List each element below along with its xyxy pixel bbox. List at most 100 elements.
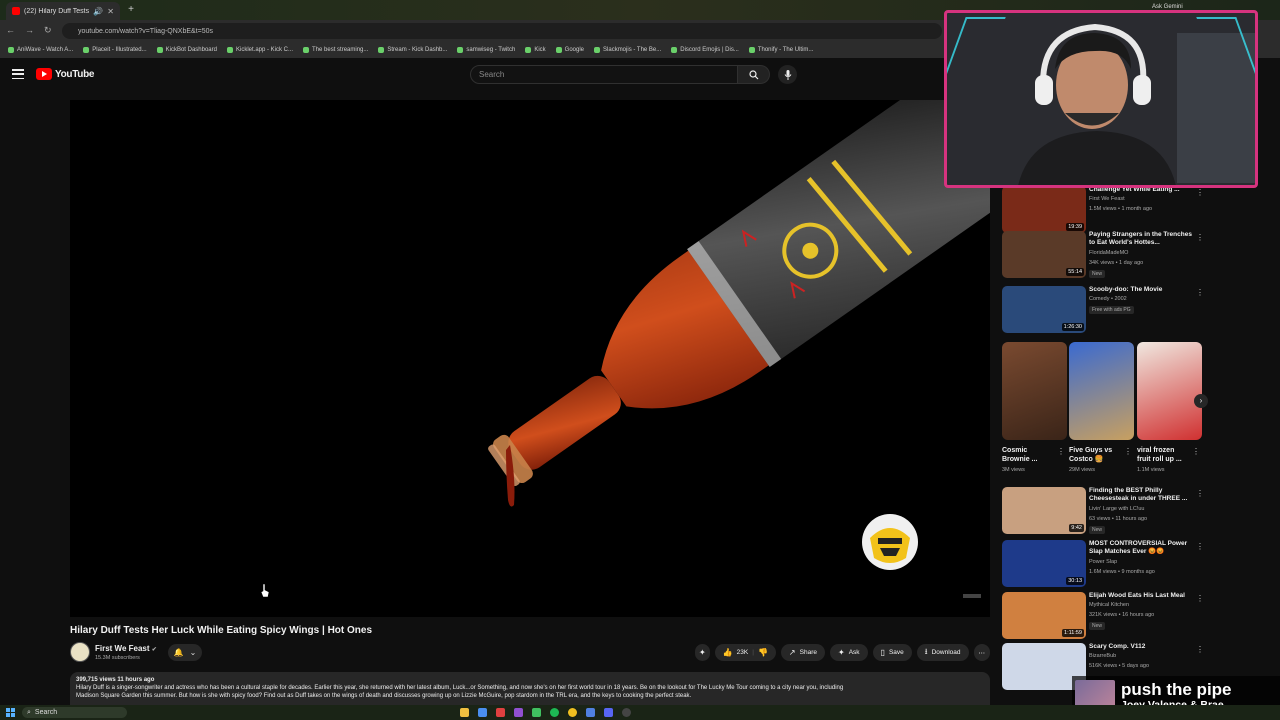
recommendation-thumbnail[interactable]: 9:42 — [1002, 487, 1086, 534]
bookmark-item[interactable]: samwiseg - Twitch — [457, 47, 515, 53]
video-player[interactable] — [70, 100, 990, 617]
bookmark-item[interactable]: Discord Emojis | Dis... — [671, 47, 739, 53]
bookmark-item[interactable]: Google — [555, 47, 584, 53]
recommendation-title[interactable]: MOST CONTROVERSIAL Power Slap Matches Ev… — [1089, 540, 1193, 557]
more-vert-icon[interactable]: ⋮ — [1196, 288, 1204, 297]
recommendation-item[interactable]: 1:11:59 Elijah Wood Eats His Last Meal Myt… — [1000, 592, 1210, 642]
windows-start-icon[interactable] — [6, 708, 15, 717]
bookmark-item[interactable]: Kicklet.app - Kick C... — [226, 47, 293, 53]
recommendation-thumbnail[interactable]: 30:13 — [1002, 540, 1086, 587]
bookmark-item[interactable]: Slackmojis - The Be... — [594, 47, 661, 53]
app-icon-blue[interactable] — [586, 708, 595, 717]
app-icon-purple[interactable] — [514, 708, 523, 717]
recommendation-channel[interactable]: Mythical Kitchen — [1089, 602, 1129, 608]
streamer-webcam — [944, 10, 1258, 188]
song-title: push the pipe — [1121, 680, 1232, 699]
recommendation-thumbnail[interactable]: 1:26:30 — [1002, 286, 1086, 333]
short-thumbnail[interactable] — [1002, 342, 1067, 440]
view-stats: 399,715 views 11 hours ago — [76, 677, 155, 683]
shorts-shelf: › Cosmic Brownie ... 3M views ⋮ Five Guys v… — [1002, 342, 1208, 482]
more-vert-icon[interactable]: ⋮ — [1192, 447, 1200, 456]
discord-icon[interactable] — [604, 708, 613, 717]
recommendation-meta: 321K views • 16 hours ago — [1089, 612, 1155, 618]
search-button[interactable] — [738, 65, 770, 84]
obs-icon[interactable] — [622, 708, 631, 717]
recommendation-item[interactable]: 1:26:30 Scooby-doo: The Movie Comedy • 200… — [1000, 286, 1210, 336]
bookmark-label: The best streaming... — [312, 47, 369, 53]
bookmark-item[interactable]: Kick — [525, 47, 546, 53]
browser-tab[interactable]: (22) Hilary Duff Tests Her L... 🔊 ✕ — [6, 2, 120, 20]
more-vert-icon[interactable]: ⋮ — [1196, 645, 1204, 654]
short-title[interactable]: Cosmic Brownie ... — [1002, 446, 1052, 464]
short-views: 3M views — [1002, 467, 1025, 473]
bookmark-item[interactable]: Thonify - The Ultim... — [748, 47, 813, 53]
browser-icon[interactable] — [478, 708, 487, 717]
reload-icon[interactable]: ↻ — [44, 25, 52, 36]
short-thumbnail[interactable] — [1137, 342, 1202, 440]
file-explorer-icon[interactable] — [460, 708, 469, 717]
recommendation-item[interactable]: 9:42 Finding the BEST Philly Cheesesteak … — [1000, 487, 1210, 537]
recommendation-channel[interactable]: BizarreBub — [1089, 653, 1116, 659]
recommendation-title[interactable]: Paying Strangers in the Trenches to Eat … — [1089, 231, 1193, 248]
recommendation-item[interactable]: 19:39 Challenge Yet While Eating ... First… — [1000, 186, 1210, 236]
bookmark-item[interactable]: The best streaming... — [303, 47, 368, 53]
channel-avatar[interactable] — [70, 642, 90, 662]
more-vert-icon[interactable]: ⋮ — [1057, 447, 1065, 456]
recommendation-title[interactable]: Scooby-doo: The Movie — [1089, 286, 1193, 294]
recommendation-item[interactable]: 30:13 MOST CONTROVERSIAL Power Slap Match… — [1000, 540, 1210, 590]
more-vert-icon[interactable]: ⋮ — [1196, 542, 1204, 551]
bookmark-item[interactable]: Stream - Kick Dashb... — [378, 47, 447, 53]
search-input[interactable]: Search — [470, 65, 738, 84]
app-icon-green[interactable] — [532, 708, 541, 717]
more-vert-icon[interactable]: ⋮ — [1196, 489, 1204, 498]
chrome-icon[interactable] — [568, 708, 577, 717]
app-icon-red[interactable] — [496, 708, 505, 717]
taskbar-search[interactable]: ⌕ Search — [22, 707, 127, 718]
short-thumbnail[interactable] — [1069, 342, 1134, 440]
menu-icon[interactable] — [12, 69, 24, 79]
recommendation-channel[interactable]: FloridaMadeMO — [1089, 250, 1128, 256]
like-button[interactable]: 👍 23K | 👎 — [714, 644, 776, 661]
new-tab-button[interactable]: + — [125, 4, 137, 16]
bookmark-item[interactable]: KickBot Dashboard — [156, 47, 217, 53]
recommendation-thumbnail[interactable]: 19:39 — [1002, 186, 1086, 233]
short-title[interactable]: Five Guys vs Costco 🍔 — [1069, 446, 1119, 464]
recommendation-channel[interactable]: Livin' Large with LC!uu — [1089, 506, 1144, 512]
windows-taskbar: ⌕ Search — [0, 705, 1280, 720]
channel-name[interactable]: First We Feast ✔ — [95, 644, 157, 653]
more-vert-icon[interactable]: ⋮ — [1196, 233, 1204, 242]
recommendation-channel[interactable]: Comedy • 2002 — [1089, 296, 1127, 302]
short-title[interactable]: viral frozen fruit roll up ... — [1137, 446, 1187, 464]
download-button[interactable]: ⭳ Download — [916, 644, 969, 661]
clip-button[interactable]: ✦ — [695, 644, 710, 661]
save-button[interactable]: ▯ Save — [872, 644, 912, 661]
back-icon[interactable]: ← — [6, 25, 15, 36]
recommendation-channel[interactable]: Power Slap — [1089, 559, 1117, 565]
recommendation-channel[interactable]: First We Feast — [1089, 196, 1125, 202]
shorts-next-button[interactable]: › — [1194, 394, 1208, 408]
tab-close-icon[interactable]: ✕ — [107, 7, 114, 16]
recommendation-thumbnail[interactable]: 1:11:59 — [1002, 592, 1086, 639]
recommendation-title[interactable]: Elijah Wood Eats His Last Meal — [1089, 592, 1193, 600]
recommendation-item[interactable]: 55:14 Paying Strangers in the Trenches to… — [1000, 231, 1210, 281]
share-button[interactable]: ↗ Share — [780, 644, 825, 661]
more-vert-icon[interactable]: ⋮ — [1196, 594, 1204, 603]
voice-search-button[interactable] — [778, 65, 797, 84]
more-actions-button[interactable]: ⋯ — [973, 644, 990, 661]
subscribed-button[interactable]: 🔔 ⌄ — [168, 644, 202, 661]
thumbs-up-icon: 👍 — [722, 648, 733, 657]
spotify-icon[interactable] — [550, 708, 559, 717]
recommendation-title[interactable]: Finding the BEST Philly Cheesesteak in u… — [1089, 487, 1193, 504]
bookmark-item[interactable]: AniWave - Watch A... — [8, 47, 73, 53]
ask-button[interactable]: ✦ Ask — [829, 644, 868, 661]
url-field[interactable]: youtube.com/watch?v=Tliag-QNXbE&t=50s — [62, 23, 942, 39]
recommendation-title[interactable]: Scary Comp. V112 — [1089, 643, 1193, 651]
sparkle-icon: ✦ — [699, 648, 706, 657]
more-vert-icon[interactable]: ⋮ — [1196, 188, 1204, 197]
forward-icon[interactable]: → — [25, 25, 34, 36]
recommendation-thumbnail[interactable]: 55:14 — [1002, 231, 1086, 278]
youtube-logo[interactable]: YouTube — [36, 68, 95, 80]
bookmark-item[interactable]: Placeit - Illustrated... — [83, 47, 147, 53]
thumbs-down-icon[interactable]: 👎 — [758, 648, 768, 657]
more-vert-icon[interactable]: ⋮ — [1124, 447, 1132, 456]
